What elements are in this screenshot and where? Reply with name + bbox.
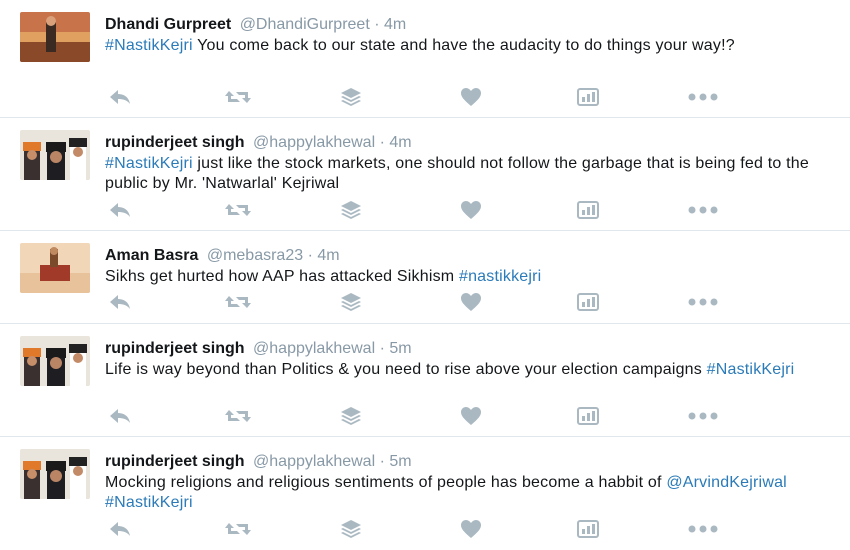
more-icon[interactable] [685, 200, 721, 220]
separator-dot: · [379, 340, 385, 357]
timestamp[interactable]: 5m [389, 340, 411, 357]
tweet-actions [105, 406, 725, 426]
username[interactable]: @happylakhewal [253, 340, 375, 357]
reply-icon[interactable] [105, 519, 135, 539]
separator-dot: · [307, 247, 313, 264]
avatar[interactable] [20, 12, 90, 62]
retweet-icon[interactable] [220, 200, 256, 220]
tweet-text-segment: Mocking religions and religious sentimen… [105, 474, 667, 491]
tweet-header: Dhandi Gurpreet @DhandiGurpreet · 4m [105, 15, 406, 35]
tweet-feed: Dhandi Gurpreet @DhandiGurpreet · 4m #Na… [0, 0, 850, 550]
separator-dot: · [379, 453, 385, 470]
tweet-actions [105, 200, 725, 220]
mention-link[interactable]: @ArvindKejriwal [666, 474, 787, 491]
reply-icon[interactable] [105, 200, 135, 220]
separator-dot: · [374, 16, 380, 33]
stack-icon[interactable] [338, 200, 364, 220]
analytics-icon[interactable] [575, 292, 601, 312]
display-name[interactable]: rupinderjeet singh [105, 453, 245, 470]
avatar[interactable] [20, 449, 90, 499]
more-icon[interactable] [685, 87, 721, 107]
stack-icon[interactable] [338, 406, 364, 426]
retweet-icon[interactable] [220, 519, 256, 539]
retweet-icon[interactable] [220, 87, 256, 107]
timestamp[interactable]: 4m [317, 247, 339, 264]
tweet[interactable]: Aman Basra @mebasra23 · 4m Sikhs get hur… [0, 231, 850, 324]
avatar[interactable] [20, 336, 90, 386]
hashtag-link[interactable]: #NastikKejri [105, 37, 193, 54]
more-icon[interactable] [685, 406, 721, 426]
heart-icon[interactable] [458, 200, 484, 220]
stack-icon[interactable] [338, 292, 364, 312]
hashtag-link[interactable]: #nastikkejri [459, 268, 541, 285]
tweet-header: rupinderjeet singh @happylakhewal · 5m [105, 452, 412, 472]
display-name[interactable]: Dhandi Gurpreet [105, 16, 231, 33]
stack-icon[interactable] [338, 87, 364, 107]
analytics-icon[interactable] [575, 200, 601, 220]
tweet[interactable]: rupinderjeet singh @happylakhewal · 5m L… [0, 324, 850, 437]
display-name[interactable]: rupinderjeet singh [105, 340, 245, 357]
tweet-header: rupinderjeet singh @happylakhewal · 4m [105, 133, 412, 153]
tweet-header: Aman Basra @mebasra23 · 4m [105, 246, 340, 266]
tweet-text: #NastikKejri just like the stock markets… [105, 154, 835, 194]
username[interactable]: @happylakhewal [253, 134, 375, 151]
tweet-text: Sikhs get hurted how AAP has attacked Si… [105, 267, 835, 287]
display-name[interactable]: Aman Basra [105, 247, 198, 264]
username[interactable]: @happylakhewal [253, 453, 375, 470]
timestamp[interactable]: 4m [389, 134, 411, 151]
tweet-text-segment: Life is way beyond than Politics & you n… [105, 361, 707, 378]
more-icon[interactable] [685, 292, 721, 312]
tweet-text: #NastikKejri You come back to our state … [105, 36, 835, 56]
separator-dot: · [379, 134, 385, 151]
tweet-actions [105, 519, 725, 539]
avatar[interactable] [20, 130, 90, 180]
retweet-icon[interactable] [220, 292, 256, 312]
reply-icon[interactable] [105, 87, 135, 107]
username[interactable]: @mebasra23 [207, 247, 303, 264]
reply-icon[interactable] [105, 292, 135, 312]
heart-icon[interactable] [458, 406, 484, 426]
heart-icon[interactable] [458, 87, 484, 107]
timestamp[interactable]: 5m [389, 453, 411, 470]
tweet-text: Mocking religions and religious sentimen… [105, 473, 835, 513]
heart-icon[interactable] [458, 292, 484, 312]
tweet-actions [105, 292, 725, 312]
hashtag-link[interactable]: #NastikKejri [105, 155, 193, 172]
tweet[interactable]: Dhandi Gurpreet @DhandiGurpreet · 4m #Na… [0, 0, 850, 118]
analytics-icon[interactable] [575, 406, 601, 426]
tweet-text-segment: Sikhs get hurted how AAP has attacked Si… [105, 268, 459, 285]
retweet-icon[interactable] [220, 406, 256, 426]
tweet-text-segment: You come back to our state and have the … [192, 37, 735, 54]
avatar[interactable] [20, 243, 90, 293]
heart-icon[interactable] [458, 519, 484, 539]
hashtag-link[interactable]: #NastikKejri [105, 494, 193, 511]
stack-icon[interactable] [338, 519, 364, 539]
hashtag-link[interactable]: #NastikKejri [707, 361, 795, 378]
tweet[interactable]: rupinderjeet singh @happylakhewal · 5m M… [0, 437, 850, 550]
tweet-header: rupinderjeet singh @happylakhewal · 5m [105, 339, 412, 359]
more-icon[interactable] [685, 519, 721, 539]
reply-icon[interactable] [105, 406, 135, 426]
tweet[interactable]: rupinderjeet singh @happylakhewal · 4m #… [0, 118, 850, 231]
analytics-icon[interactable] [575, 519, 601, 539]
tweet-actions [105, 87, 725, 107]
tweet-text-segment: just like the stock markets, one should … [105, 155, 809, 192]
username[interactable]: @DhandiGurpreet [240, 16, 370, 33]
timestamp[interactable]: 4m [384, 16, 406, 33]
tweet-text: Life is way beyond than Politics & you n… [105, 360, 835, 380]
display-name[interactable]: rupinderjeet singh [105, 134, 245, 151]
analytics-icon[interactable] [575, 87, 601, 107]
